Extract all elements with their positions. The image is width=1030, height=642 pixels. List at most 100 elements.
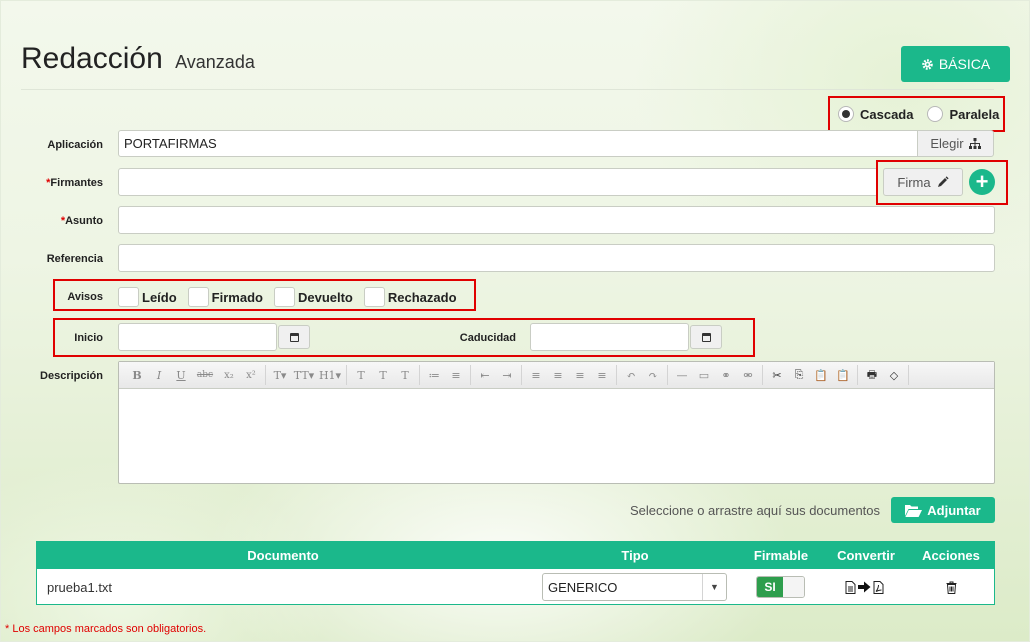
asunto-label: *Asunto: [60, 215, 103, 227]
toolbar-button-6-1[interactable]: ↷: [642, 365, 664, 385]
sitemap-icon: [968, 138, 981, 149]
inicio-calendar-button[interactable]: [278, 325, 310, 349]
toolbar-button-2-0[interactable]: T: [350, 365, 372, 385]
avisos-label: Avisos: [67, 291, 103, 303]
firmable-toggle-label: SI: [757, 577, 783, 597]
radio-cascada-label: Cascada: [860, 106, 914, 122]
toolbar-group: B I Uabc x₂ x²: [123, 365, 266, 385]
toolbar-button-7-0[interactable]: —: [671, 365, 693, 385]
convert-button[interactable]: [845, 569, 884, 605]
toolbar-button-4-1[interactable]: ⇥: [496, 365, 518, 385]
elegir-label: Elegir: [930, 136, 964, 151]
trash-icon: [946, 581, 957, 594]
toolbar-button-5-3[interactable]: ≡: [591, 365, 613, 385]
aplicacion-input[interactable]: PORTAFIRMAS: [118, 130, 918, 157]
checkbox-devuelto-label: Devuelto: [297, 289, 353, 305]
basic-mode-button[interactable]: BÁSICA: [901, 46, 1010, 82]
toolbar-group: ⇤ ⇥: [471, 365, 522, 385]
caducidad-label: Caducidad: [459, 332, 516, 344]
firma-label: Firma: [897, 174, 931, 190]
tipo-select-value: GENERICO: [548, 579, 618, 595]
toolbar-button-8-2[interactable]: 📋: [810, 365, 832, 385]
toolbar-button-0-0[interactable]: B: [126, 365, 148, 385]
toolbar-button-9-0[interactable]: 🖶: [861, 365, 883, 385]
pdf-icon: [873, 580, 884, 594]
calendar-icon: [289, 332, 299, 342]
toolbar-button-7-1[interactable]: ▭: [693, 365, 715, 385]
gear-icon: [922, 58, 933, 70]
checkbox-leido[interactable]: [118, 287, 139, 307]
footnote-text: Los campos marcados son obligatorios.: [9, 623, 207, 635]
delete-button[interactable]: [946, 569, 957, 605]
toolbar-group: — ▭ ⚭ ⚮: [668, 365, 763, 385]
col-convertir: Convertir: [837, 548, 895, 563]
toolbar-button-0-1[interactable]: I: [148, 365, 170, 385]
page-title: Redacción Avanzada: [21, 42, 255, 76]
toolbar-button-2-1[interactable]: T: [372, 365, 394, 385]
table-row: prueba1.txt GENERICO ▼ SI: [37, 569, 994, 605]
row-documento: prueba1.txt: [47, 579, 113, 595]
firmantes-input[interactable]: [118, 168, 878, 196]
title-subtitle: Avanzada: [175, 52, 255, 72]
toolbar-button-8-0[interactable]: ✂: [766, 365, 788, 385]
avisos-group: Leído Firmado Devuelto Rechazado: [118, 287, 468, 307]
asunto-input[interactable]: [118, 206, 995, 234]
documents-table: Documento Tipo Firmable Convertir Accion…: [36, 541, 995, 605]
col-tipo: Tipo: [621, 548, 649, 563]
toolbar-button-2-2[interactable]: T: [394, 365, 416, 385]
basic-mode-label: BÁSICA: [938, 56, 991, 72]
tipo-select[interactable]: GENERICO ▼: [542, 573, 727, 601]
col-acciones: Acciones: [922, 548, 980, 563]
checkbox-firmado-label: Firmado: [211, 289, 263, 305]
checkbox-devuelto[interactable]: [273, 287, 295, 307]
radio-paralela-label: Paralela: [949, 106, 1000, 122]
descripcion-label: Descripción: [40, 370, 103, 382]
firmable-toggle[interactable]: SI: [756, 576, 805, 598]
adjuntar-button[interactable]: Adjuntar: [891, 497, 995, 523]
toolbar-button-0-5[interactable]: x²: [240, 365, 262, 385]
toolbar-button-3-0[interactable]: ≔: [423, 365, 445, 385]
referencia-label: Referencia: [46, 253, 103, 265]
toolbar-button-8-1[interactable]: ⎘: [788, 365, 810, 385]
firma-button[interactable]: Firma: [883, 168, 963, 196]
title-main: Redacción: [21, 42, 163, 75]
referencia-input[interactable]: [118, 244, 995, 272]
folder-open-icon: [905, 504, 923, 517]
toolbar-button-5-0[interactable]: ≡: [525, 365, 547, 385]
toolbar-button-0-3[interactable]: abc: [192, 365, 218, 385]
toolbar-group: ↶ ↷: [617, 365, 668, 385]
toolbar-button-5-2[interactable]: ≡: [569, 365, 591, 385]
elegir-button[interactable]: Elegir: [917, 130, 994, 157]
chevron-down-icon: ▼: [702, 574, 726, 600]
caducidad-input[interactable]: [530, 323, 689, 351]
toolbar-button-4-0[interactable]: ⇤: [474, 365, 496, 385]
radio-paralela[interactable]: [927, 106, 944, 122]
toolbar-button-0-4[interactable]: x₂: [218, 365, 240, 385]
toolbar-button-7-2[interactable]: ⚭: [715, 365, 737, 385]
toolbar-button-7-3[interactable]: ⚮: [737, 365, 759, 385]
add-signer-button[interactable]: +: [969, 169, 995, 195]
signing-mode-group: Cascada Paralela: [838, 106, 999, 122]
toolbar-button-9-1[interactable]: ◇: [883, 365, 905, 385]
radio-cascada[interactable]: [838, 106, 854, 122]
caducidad-calendar-button[interactable]: [690, 325, 722, 349]
col-documento: Documento: [247, 548, 319, 563]
aplicacion-label: Aplicación: [47, 139, 103, 151]
plus-icon: +: [975, 169, 989, 194]
description-editor: B I Uabc x₂ x² T▾ TT▾ H1▾ T T T ≔ ≡ ⇤ ⇥ ≡ ≡ ≡ ≡ ↶ ↷ — ▭ ⚭ ⚮ ✂ ⎘ 📋 📋 🖶…: [118, 361, 995, 484]
toolbar-button-1-0[interactable]: T▾: [269, 365, 291, 385]
toolbar-button-5-1[interactable]: ≡: [547, 365, 569, 385]
inicio-input[interactable]: [118, 323, 277, 351]
table-header: Documento Tipo Firmable Convertir Accion…: [37, 542, 994, 569]
checkbox-rechazado[interactable]: [363, 287, 385, 307]
toolbar-button-6-0[interactable]: ↶: [620, 365, 642, 385]
toolbar-button-1-2[interactable]: H1▾: [317, 365, 343, 385]
toolbar-button-0-2[interactable]: U: [170, 365, 192, 385]
editor-content[interactable]: [119, 389, 994, 483]
adjuntar-label: Adjuntar: [927, 502, 981, 518]
toolbar-button-8-3[interactable]: 📋: [832, 365, 854, 385]
toolbar-button-3-1[interactable]: ≡: [445, 365, 467, 385]
toolbar-button-1-1[interactable]: TT▾: [291, 365, 317, 385]
checkbox-firmado[interactable]: [187, 287, 209, 307]
col-firmable: Firmable: [753, 548, 809, 563]
